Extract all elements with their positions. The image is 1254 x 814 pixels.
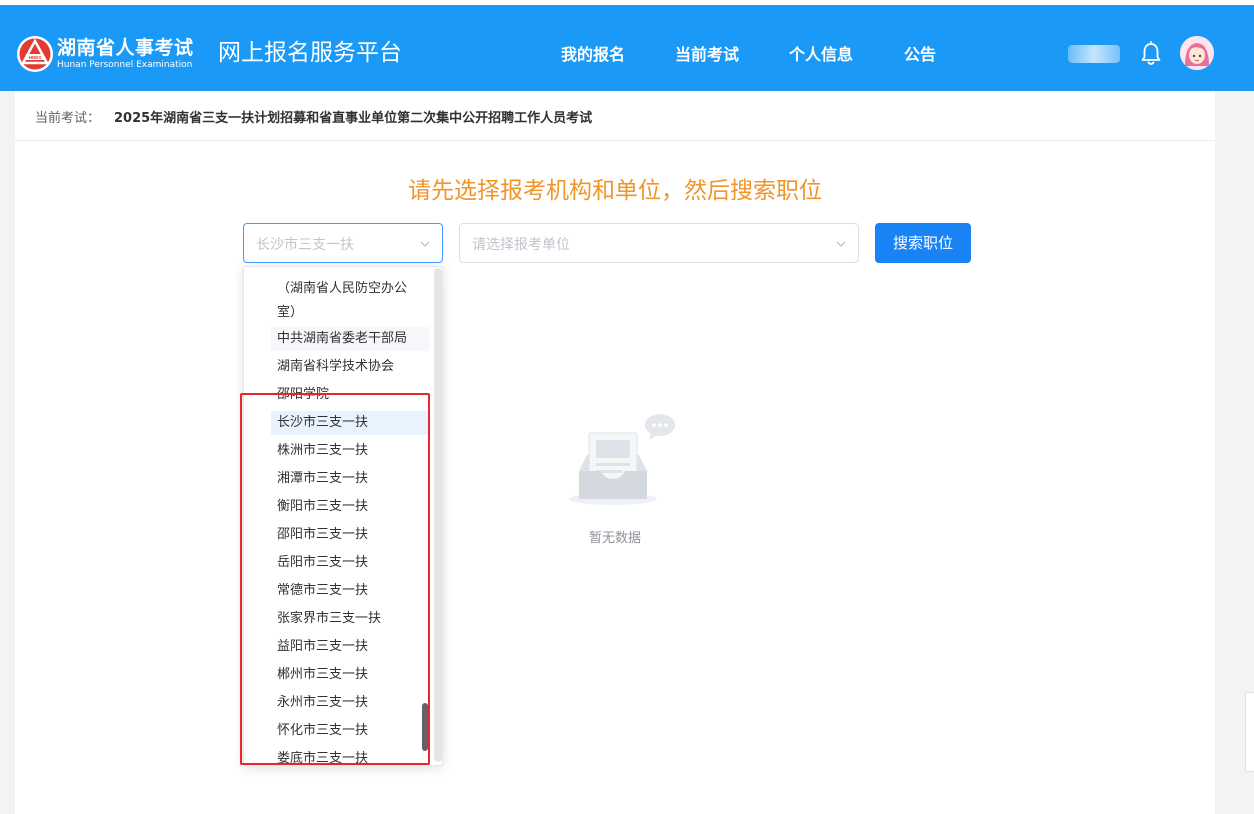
dropdown-item[interactable]: 常德市三支一扶	[271, 579, 429, 603]
org-select-value: 长沙市三支一扶	[256, 237, 354, 253]
chevron-down-icon	[420, 241, 430, 247]
empty-state-text: 暂无数据	[588, 531, 641, 546]
svg-text:HNES: HNES	[29, 55, 42, 60]
search-positions-button[interactable]: 搜索职位	[875, 223, 971, 263]
dropdown-item[interactable]: 衡阳市三支一扶	[271, 495, 429, 519]
nav-my-registration[interactable]: 我的报名	[561, 43, 625, 67]
breadcrumb: 当前考试： 2025年湖南省三支一扶计划招募和省直事业单位第二次集中公开招聘工作…	[15, 91, 1215, 141]
dropdown-item[interactable]: 娄底市三支一扶	[271, 747, 429, 765]
avatar-girl-icon	[1180, 36, 1214, 70]
dropdown-item[interactable]: 邵阳市三支一扶	[271, 523, 429, 547]
breadcrumb-label: 当前考试：	[35, 111, 101, 126]
dropdown-item[interactable]: 中共湖南省委老干部局	[271, 327, 429, 351]
brand: 湖南省人事考试 Hunan Personnel Examination	[57, 38, 194, 71]
bell-icon[interactable]	[1139, 41, 1163, 67]
header: HNES 湖南省人事考试 Hunan Personnel Examination…	[0, 5, 1254, 91]
dropdown-item[interactable]: 永州市三支一扶	[271, 691, 429, 715]
nav-current-exam[interactable]: 当前考试	[675, 43, 739, 67]
dropdown-scrollbar-track[interactable]	[434, 268, 442, 762]
dropdown-item[interactable]: 益阳市三支一扶	[271, 635, 429, 659]
dropdown-item[interactable]: 湘潭市三支一扶	[271, 467, 429, 491]
dropdown-item-selected[interactable]: 长沙市三支一扶	[271, 411, 429, 435]
dropdown-item[interactable]: 郴州市三支一扶	[271, 663, 429, 687]
brand-en: Hunan Personnel Examination	[57, 60, 193, 70]
dropdown-item[interactable]: 张家界市三支一扶	[271, 607, 429, 631]
hnpe-emblem-icon: HNES	[17, 36, 53, 72]
brand-cn: 湖南省人事考试	[57, 37, 194, 59]
unit-select[interactable]: 请选择报考单位	[459, 223, 859, 263]
dropdown-scrollbar-thumb[interactable]	[422, 703, 428, 751]
page-headline: 请先选择报考机构和单位，然后搜索职位	[408, 178, 822, 204]
chevron-down-icon	[836, 241, 846, 247]
dropdown-item[interactable]: 湖南省科学技术协会	[271, 355, 429, 379]
dropdown-item[interactable]: 岳阳市三支一扶	[271, 551, 429, 575]
current-exam-name: 2025年湖南省三支一扶计划招募和省直事业单位第二次集中公开招聘工作人员考试	[114, 111, 593, 126]
avatar[interactable]	[1180, 36, 1214, 70]
org-select[interactable]: 长沙市三支一扶	[243, 223, 443, 263]
nav-announcements[interactable]: 公告	[904, 43, 936, 67]
nav-personal-info[interactable]: 个人信息	[789, 43, 853, 67]
main-panel: 当前考试： 2025年湖南省三支一扶计划招募和省直事业单位第二次集中公开招聘工作…	[15, 91, 1215, 814]
platform-title: 网上报名服务平台	[218, 40, 402, 66]
dropdown-item[interactable]: 株洲市三支一扶	[271, 439, 429, 463]
org-dropdown: （湖南省人民防空办公室） 中共湖南省委老干部局 湖南省科学技术协会 邵阳学院 长…	[243, 266, 443, 766]
username-blurred[interactable]	[1068, 45, 1120, 63]
side-widget-edge[interactable]	[1245, 692, 1254, 772]
dropdown-item[interactable]: 邵阳学院	[271, 383, 429, 407]
dropdown-item[interactable]: 怀化市三支一扶	[271, 719, 429, 743]
empty-inbox-icon	[569, 414, 675, 505]
dropdown-item[interactable]: （湖南省人民防空办公室）	[271, 277, 421, 325]
unit-select-placeholder: 请选择报考单位	[472, 237, 570, 253]
